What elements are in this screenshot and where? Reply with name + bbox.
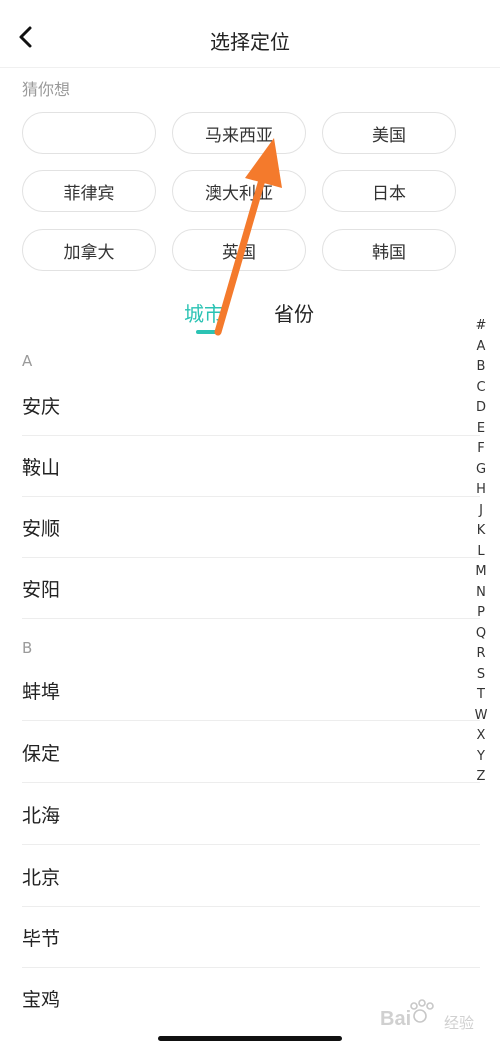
city-row[interactable]: 保定: [22, 722, 480, 783]
index-letter[interactable]: C: [470, 378, 492, 399]
city-row[interactable]: 北京: [22, 846, 480, 907]
index-letter[interactable]: N: [470, 583, 492, 604]
city-row[interactable]: 鞍山: [22, 436, 480, 497]
tab-province[interactable]: 省份: [274, 298, 314, 327]
index-letter[interactable]: R: [470, 644, 492, 665]
index-letter[interactable]: W: [470, 706, 492, 727]
index-letter[interactable]: Z: [470, 767, 492, 788]
index-letter[interactable]: M: [470, 562, 492, 583]
index-letter[interactable]: E: [470, 419, 492, 440]
country-chip-empty[interactable]: [22, 112, 156, 154]
guess-label: 猜你想: [22, 80, 71, 99]
index-letter[interactable]: J: [470, 501, 492, 522]
index-letter[interactable]: Y: [470, 747, 492, 768]
country-chip-usa[interactable]: 美国: [322, 112, 456, 154]
country-chip-australia[interactable]: 澳大利亚: [172, 170, 306, 212]
page-title: 选择定位: [210, 30, 290, 54]
index-letter[interactable]: S: [470, 665, 492, 686]
index-letter[interactable]: P: [470, 603, 492, 624]
index-letter[interactable]: H: [470, 480, 492, 501]
index-letter[interactable]: D: [470, 398, 492, 419]
country-chip-korea[interactable]: 韩国: [322, 229, 456, 271]
index-letter[interactable]: Q: [470, 624, 492, 645]
tab-active-indicator: [196, 330, 220, 334]
index-letter[interactable]: L: [470, 542, 492, 563]
city-row[interactable]: 安阳: [22, 558, 480, 619]
country-chip-canada[interactable]: 加拿大: [22, 229, 156, 271]
city-row[interactable]: 蚌埠: [22, 660, 480, 721]
top-bar: 选择定位: [0, 0, 500, 68]
baidu-watermark: Bai 经验: [380, 994, 492, 1034]
index-letter[interactable]: X: [470, 726, 492, 747]
index-letter[interactable]: F: [470, 439, 492, 460]
index-letter[interactable]: B: [470, 357, 492, 378]
country-chip-uk[interactable]: 英国: [172, 229, 306, 271]
watermark-brand: Bai: [380, 1008, 412, 1030]
index-letter[interactable]: #: [470, 316, 492, 337]
alphabet-index-bar[interactable]: # A B C D E F G H J K L M N P Q R S T W X Y Z: [470, 316, 492, 788]
watermark-suffix: 经验: [444, 1014, 475, 1032]
index-letter[interactable]: G: [470, 460, 492, 481]
tab-city[interactable]: 城市: [184, 298, 224, 327]
section-header-b: B: [22, 639, 33, 657]
city-row[interactable]: 安顺: [22, 497, 480, 558]
country-chip-philippines[interactable]: 菲律宾: [22, 170, 156, 212]
city-row[interactable]: 北海: [22, 784, 480, 845]
city-row[interactable]: 毕节: [22, 907, 480, 968]
city-row[interactable]: 安庆: [22, 375, 480, 436]
home-indicator[interactable]: [158, 1036, 342, 1041]
index-letter[interactable]: T: [470, 685, 492, 706]
index-letter[interactable]: A: [470, 337, 492, 358]
section-header-a: A: [22, 352, 33, 370]
country-chip-malaysia[interactable]: 马来西亚: [172, 112, 306, 154]
index-letter[interactable]: K: [470, 521, 492, 542]
country-chip-japan[interactable]: 日本: [322, 170, 456, 212]
